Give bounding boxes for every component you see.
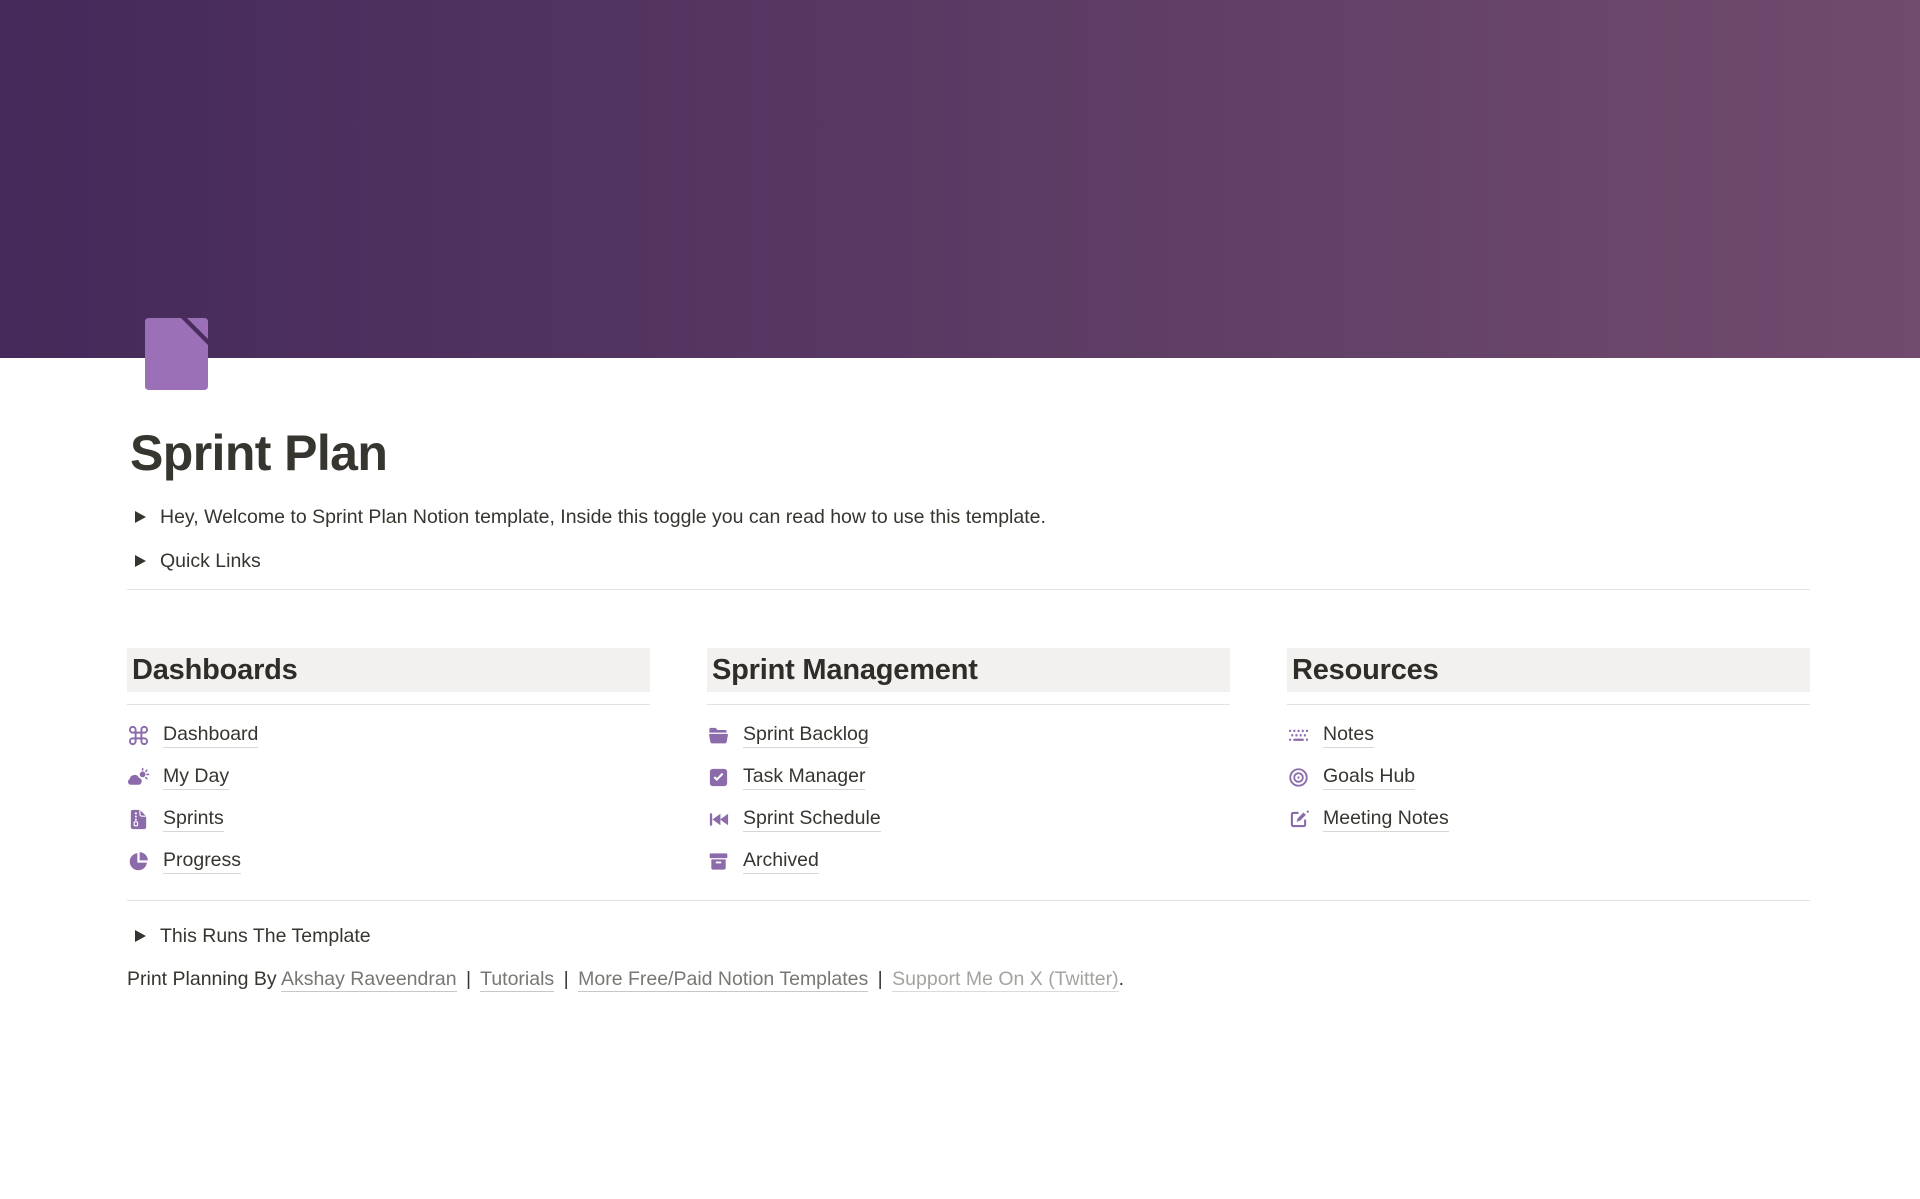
file-icon [127, 808, 150, 831]
toggle-triangle-icon[interactable] [127, 548, 153, 574]
column-list: Dashboards Dashboard [127, 648, 1810, 882]
footer-link-author[interactable]: Akshay Raveendran [281, 968, 457, 992]
link-label[interactable]: Dashboard [163, 723, 258, 748]
page-title: Sprint Plan [130, 424, 1810, 482]
divider [1287, 704, 1810, 705]
page-icon[interactable] [145, 318, 208, 390]
link-item-sprint-backlog[interactable]: Sprint Backlog [707, 714, 1230, 756]
link-item-goals-hub[interactable]: Goals Hub [1287, 756, 1810, 798]
target-icon [1287, 766, 1310, 789]
sun-cloud-icon [127, 766, 150, 789]
column-heading-resources: Resources [1287, 648, 1810, 692]
footer-link-templates[interactable]: More Free/Paid Notion Templates [578, 968, 868, 992]
column-heading-dashboards: Dashboards [127, 648, 650, 692]
link-label[interactable]: Archived [743, 849, 819, 874]
footer-prefix: Print Planning By [127, 968, 277, 990]
link-item-task-manager[interactable]: Task Manager [707, 756, 1230, 798]
divider [707, 704, 1230, 705]
link-label[interactable]: Notes [1323, 723, 1374, 748]
toggle-triangle-icon[interactable] [127, 923, 153, 949]
rewind-icon [707, 808, 730, 831]
link-item-archived[interactable]: Archived [707, 840, 1230, 882]
pie-chart-icon [127, 850, 150, 873]
link-label[interactable]: Sprint Schedule [743, 807, 881, 832]
divider [127, 704, 650, 705]
checkbox-icon [707, 766, 730, 789]
link-item-meeting-notes[interactable]: Meeting Notes [1287, 798, 1810, 840]
link-item-my-day[interactable]: My Day [127, 756, 650, 798]
footer-separator: | [466, 968, 471, 990]
toggle-welcome-label: Hey, Welcome to Sprint Plan Notion templ… [160, 506, 1046, 529]
link-list: Sprint Backlog Task Manager [707, 714, 1230, 882]
footer-link-twitter[interactable]: Support Me On X (Twitter) [892, 968, 1119, 992]
link-list: Notes Goals Hub [1287, 714, 1810, 840]
toggle-triangle-icon[interactable] [127, 504, 153, 530]
page-cover [0, 0, 1920, 358]
link-item-sprints[interactable]: Sprints [127, 798, 650, 840]
toggle-runs-template-label: This Runs The Template [160, 925, 371, 948]
page-body: Sprint Plan Hey, Welcome to Sprint Plan … [127, 424, 1810, 997]
divider [127, 589, 1810, 590]
column-heading-sprint-management: Sprint Management [707, 648, 1230, 692]
link-label[interactable]: Progress [163, 849, 241, 874]
link-list: Dashboard [127, 714, 650, 882]
toggle-runs-template[interactable]: This Runs The Template [127, 917, 1810, 955]
link-label[interactable]: Task Manager [743, 765, 865, 790]
keyboard-icon [1287, 724, 1310, 747]
link-label[interactable]: Sprint Backlog [743, 723, 869, 748]
link-item-progress[interactable]: Progress [127, 840, 650, 882]
footer-suffix: . [1119, 968, 1124, 990]
toggle-quick-links-label: Quick Links [160, 550, 261, 573]
toggle-quick-links[interactable]: Quick Links [127, 542, 1810, 580]
folder-icon [707, 724, 730, 747]
column-resources: Resources [1287, 648, 1810, 882]
toggle-welcome[interactable]: Hey, Welcome to Sprint Plan Notion templ… [127, 498, 1810, 536]
footer-separator: | [878, 968, 883, 990]
link-label[interactable]: Sprints [163, 807, 224, 832]
footer-separator: | [564, 968, 569, 990]
link-label[interactable]: Goals Hub [1323, 765, 1415, 790]
column-dashboards: Dashboards Dashboard [127, 648, 650, 882]
footer-credits: Print Planning By Akshay Raveendran | Tu… [127, 961, 1810, 997]
archive-icon [707, 850, 730, 873]
link-label[interactable]: Meeting Notes [1323, 807, 1449, 832]
column-sprint-management: Sprint Management Sprint Backlog [707, 648, 1230, 882]
link-item-sprint-schedule[interactable]: Sprint Schedule [707, 798, 1230, 840]
link-item-notes[interactable]: Notes [1287, 714, 1810, 756]
edit-icon [1287, 808, 1310, 831]
document-icon [145, 318, 208, 390]
link-item-dashboard[interactable]: Dashboard [127, 714, 650, 756]
command-icon [127, 724, 150, 747]
footer-link-tutorials[interactable]: Tutorials [480, 968, 554, 992]
divider [127, 900, 1810, 901]
link-label[interactable]: My Day [163, 765, 229, 790]
